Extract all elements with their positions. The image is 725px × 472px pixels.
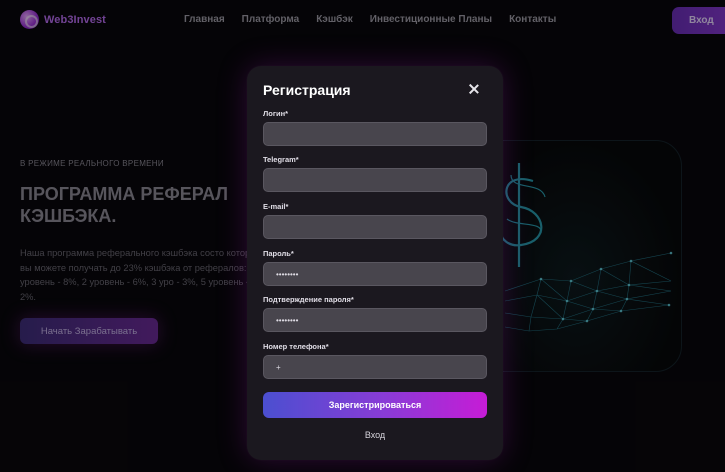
login-input[interactable] <box>263 122 487 146</box>
telegram-label: Telegram* <box>263 155 299 164</box>
password-input[interactable]: •••••••• <box>263 262 487 286</box>
phone-label: Номер телефона* <box>263 342 329 351</box>
phone-input[interactable]: + <box>263 355 487 379</box>
registration-modal: Регистрация Логин* Telegram* E-mail* Пар… <box>247 66 503 460</box>
close-icon[interactable] <box>467 82 481 96</box>
password-confirm-label: Подтверждение пароля* <box>263 295 354 304</box>
password-confirm-input[interactable]: •••••••• <box>263 308 487 332</box>
login-link[interactable]: Вход <box>263 430 487 440</box>
modal-title: Регистрация <box>263 82 351 98</box>
page: Web3Invest Главная Платформа Кэшбэк Инве… <box>0 0 725 472</box>
login-label: Логин* <box>263 109 289 118</box>
password-label: Пароль* <box>263 249 294 258</box>
register-button[interactable]: Зарегистрироваться <box>263 392 487 418</box>
telegram-input[interactable] <box>263 168 487 192</box>
email-label: E-mail* <box>263 202 289 211</box>
email-input[interactable] <box>263 215 487 239</box>
